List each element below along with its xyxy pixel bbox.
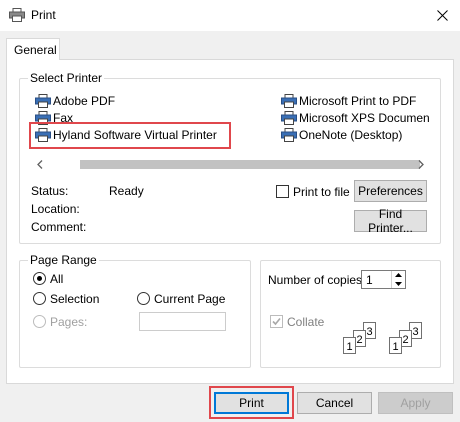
apply-button[interactable]: Apply bbox=[378, 392, 453, 414]
tab-general-label: General bbox=[14, 43, 57, 57]
collate-illustration-2: 3 2 1 bbox=[389, 322, 429, 356]
pages-input[interactable] bbox=[139, 312, 226, 331]
printer-item-microsoft-print-to-pdf[interactable]: Microsoft Print to PDF bbox=[281, 93, 416, 109]
printer-icon bbox=[281, 111, 297, 125]
decrement-button[interactable] bbox=[392, 280, 405, 288]
printer-item-label: Adobe PDF bbox=[53, 94, 116, 108]
close-button[interactable] bbox=[424, 0, 460, 31]
chevron-left-icon bbox=[36, 160, 42, 169]
print-button-highlight bbox=[209, 386, 294, 419]
print-to-file-checkbox[interactable] bbox=[276, 185, 289, 198]
select-printer-label: Select Printer bbox=[28, 71, 105, 85]
cancel-button[interactable]: Cancel bbox=[297, 392, 372, 414]
page-range-all-label: All bbox=[50, 272, 64, 286]
window-title: Print bbox=[31, 8, 56, 22]
copies-stepper[interactable]: 1 bbox=[361, 270, 406, 289]
chevron-right-icon bbox=[418, 160, 424, 169]
page-range-current-page-radio[interactable] bbox=[137, 292, 150, 305]
page-range-selection-label: Selection bbox=[50, 292, 100, 306]
printer-item-microsoft-xps-document-writer[interactable]: Microsoft XPS Documen bbox=[281, 110, 430, 126]
scroll-left-arrow[interactable] bbox=[31, 156, 48, 173]
scroll-right-arrow[interactable] bbox=[412, 156, 429, 173]
number-of-copies-label: Number of copies: bbox=[268, 273, 366, 287]
collate-checkbox[interactable] bbox=[270, 315, 283, 328]
page-range-selection-radio[interactable] bbox=[33, 292, 46, 305]
printer-highlight bbox=[29, 122, 231, 149]
printer-icon bbox=[35, 94, 51, 108]
printer-list-scrollbar[interactable] bbox=[31, 156, 429, 173]
page-range-current-page-label: Current Page bbox=[154, 292, 226, 306]
copies-stepper-buttons bbox=[391, 271, 405, 288]
printer-icon bbox=[281, 128, 297, 142]
status-value: Ready bbox=[109, 184, 144, 198]
page-range-label: Page Range bbox=[28, 253, 99, 267]
printer-item-onenote-desktop[interactable]: OneNote (Desktop) bbox=[281, 127, 402, 143]
page-range-pages-label: Pages: bbox=[50, 315, 88, 329]
printer-item-adobe-pdf[interactable]: Adobe PDF bbox=[35, 93, 115, 109]
collate-illustration-1: 3 2 1 bbox=[343, 322, 383, 356]
checkmark-icon bbox=[272, 317, 281, 326]
find-printer-button[interactable]: Find Printer... bbox=[354, 207, 427, 235]
printer-item-label: OneNote (Desktop) bbox=[299, 128, 403, 142]
page-range-pages-radio[interactable] bbox=[33, 315, 46, 328]
close-icon bbox=[436, 10, 448, 21]
chevron-up-icon bbox=[395, 273, 402, 277]
preferences-button[interactable]: Preferences bbox=[354, 180, 427, 202]
print-to-file-label: Print to file bbox=[293, 185, 350, 199]
printer-item-label: Microsoft XPS Documen bbox=[299, 111, 430, 125]
scroll-thumb[interactable] bbox=[80, 160, 420, 169]
chevron-down-icon bbox=[395, 282, 402, 286]
printer-icon bbox=[9, 8, 25, 22]
printer-item-label: Microsoft Print to PDF bbox=[299, 94, 417, 108]
copies-value: 1 bbox=[366, 273, 373, 287]
status-label: Status: bbox=[31, 184, 69, 198]
location-label: Location: bbox=[31, 202, 80, 216]
page-sheet: 1 bbox=[389, 337, 402, 354]
printer-icon bbox=[281, 94, 297, 108]
comment-label: Comment: bbox=[31, 220, 87, 234]
increment-button[interactable] bbox=[392, 271, 405, 279]
tab-general[interactable]: General bbox=[6, 38, 60, 60]
page-range-all-radio[interactable] bbox=[33, 272, 46, 285]
collate-label: Collate bbox=[287, 315, 325, 329]
page-sheet: 1 bbox=[343, 337, 356, 354]
title-bar: Print bbox=[0, 0, 460, 31]
